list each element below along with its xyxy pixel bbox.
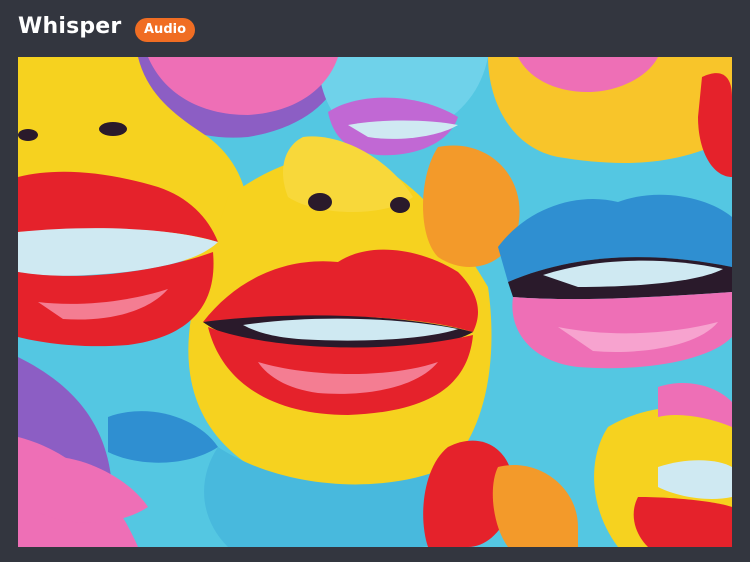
nostril-left-1	[99, 122, 127, 136]
app-title: Whisper	[18, 14, 122, 39]
nostril-center-1	[308, 193, 332, 211]
pop-art-lips-image	[18, 57, 732, 547]
nostril-center-2	[390, 197, 410, 213]
nostril-left-2	[18, 129, 38, 141]
audio-badge[interactable]: Audio	[135, 18, 196, 42]
red-lips-bottom-right	[633, 497, 732, 547]
header: Whisper Audio	[0, 0, 750, 58]
artwork-image[interactable]	[18, 57, 732, 547]
